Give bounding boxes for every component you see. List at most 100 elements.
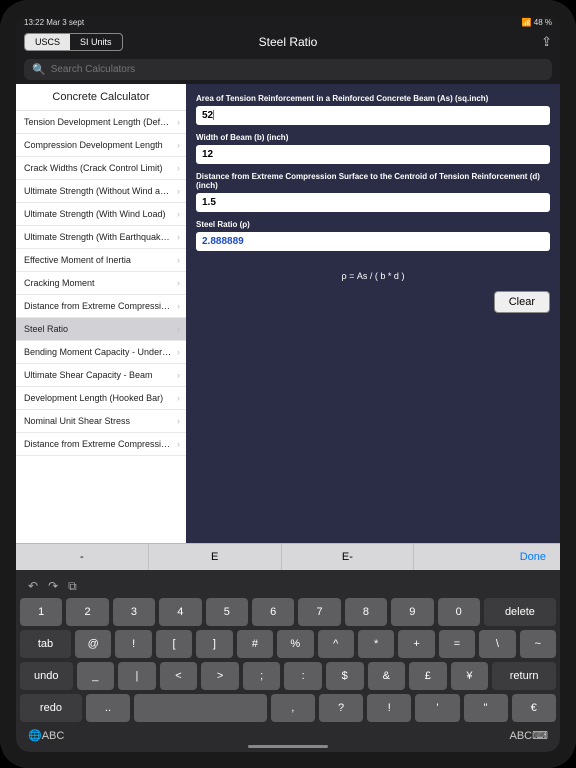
sidebar-item[interactable]: Nominal Unit Shear Stress› [16,410,186,433]
chevron-right-icon: › [177,416,180,426]
sidebar-title: Concrete Calculator [16,84,186,111]
search-bar[interactable]: 🔍 [24,59,552,80]
key[interactable]: 2 [66,598,108,626]
key[interactable]: ! [115,630,151,658]
acc-eminus[interactable]: E- [282,544,415,570]
status-time: 13:22 Mar 3 sept [24,18,84,27]
chevron-right-icon: › [177,393,180,403]
acc-e[interactable]: E [149,544,282,570]
key[interactable]: 8 [345,598,387,626]
sidebar-item[interactable]: Compression Development Length› [16,134,186,157]
key[interactable]: € [512,694,556,722]
acc-done[interactable]: Done [414,544,560,570]
key[interactable]: ] [196,630,232,658]
abc-key-right[interactable]: ABC [509,730,532,742]
d-input[interactable]: 1.5 [196,193,550,212]
sidebar-item[interactable]: Effective Moment of Inertia› [16,249,186,272]
key-redo[interactable]: redo [20,694,82,722]
unit-segment: USCS SI Units [24,33,123,51]
key[interactable]: % [277,630,313,658]
key[interactable]: = [439,630,475,658]
sidebar-item[interactable]: Ultimate Strength (Without Wind and...› [16,180,186,203]
seg-uscs[interactable]: USCS [25,34,70,50]
key[interactable]: < [160,662,198,690]
sidebar-item[interactable]: Distance from Extreme Compression...› [16,295,186,318]
sidebar-item[interactable]: Distance from Extreme Compression...› [16,433,186,456]
key[interactable]: 4 [159,598,201,626]
key[interactable]: , [271,694,315,722]
sidebar-item[interactable]: Bending Moment Capacity - Underrei...› [16,341,186,364]
chevron-right-icon: › [177,324,180,334]
key[interactable]: delete [484,598,556,626]
key[interactable]: ¥ [451,662,489,690]
page-title: Steel Ratio [259,35,318,49]
kb-undo-icon[interactable]: ↶ [28,579,38,594]
key[interactable]: 7 [298,598,340,626]
seg-si[interactable]: SI Units [70,34,122,50]
key[interactable]: 1 [20,598,62,626]
search-input[interactable] [51,64,544,75]
chevron-right-icon: › [177,278,180,288]
key[interactable]: 0 [438,598,480,626]
key[interactable]: & [368,662,406,690]
key[interactable]: 6 [252,598,294,626]
d-label: Distance from Extreme Compression Surfac… [196,172,550,190]
key[interactable]: > [201,662,239,690]
sidebar: Concrete Calculator Tension Development … [16,84,186,543]
key[interactable]: ; [243,662,281,690]
key[interactable]: " [464,694,508,722]
key[interactable]: _ [77,662,115,690]
chevron-right-icon: › [177,163,180,173]
rho-label: Steel Ratio (ρ) [196,220,550,229]
key[interactable]: : [284,662,322,690]
key[interactable]: ? [319,694,363,722]
main-panel: Area of Tension Reinforcement in a Reinf… [186,84,560,543]
sidebar-item[interactable]: Ultimate Strength (With Wind Load)› [16,203,186,226]
key[interactable]: @ [75,630,111,658]
b-input[interactable]: 12 [196,145,550,164]
key-tab[interactable]: tab [20,630,71,658]
key[interactable]: # [237,630,273,658]
keyboard: ↶ ↷ ⧉ 1234567890delete tab@![]#%^*+=\~ u… [16,570,560,752]
as-input[interactable]: 52 [196,106,550,125]
share-icon[interactable]: ⇪ [541,34,552,50]
sidebar-item[interactable]: Steel Ratio› [16,318,186,341]
sidebar-item[interactable]: Development Length (Hooked Bar)› [16,387,186,410]
clear-button[interactable]: Clear [494,291,550,313]
acc-dash[interactable]: - [16,544,149,570]
sidebar-item[interactable]: Crack Widths (Crack Control Limit)› [16,157,186,180]
key[interactable]: ^ [318,630,354,658]
chevron-right-icon: › [177,232,180,242]
formula-text: ρ = As / ( b * d ) [196,271,550,281]
key[interactable]: + [398,630,434,658]
key[interactable]: ' [415,694,459,722]
status-battery: 📶 48 % [522,18,552,27]
dismiss-kb-icon[interactable]: ⌨ [532,729,548,742]
key[interactable]: ~ [520,630,556,658]
key[interactable]: \ [479,630,515,658]
key[interactable]: .. [86,694,130,722]
key[interactable]: 3 [113,598,155,626]
kb-paste-icon[interactable]: ⧉ [68,579,77,594]
sidebar-item[interactable]: Ultimate Strength (With Earthquake L...› [16,226,186,249]
chevron-right-icon: › [177,186,180,196]
key[interactable]: 5 [206,598,248,626]
key[interactable]: 9 [391,598,433,626]
key-space[interactable] [134,694,267,722]
key[interactable]: return [492,662,556,690]
key[interactable]: ! [367,694,411,722]
abc-key-left[interactable]: ABC [42,730,65,742]
key-undo[interactable]: undo [20,662,73,690]
key[interactable]: £ [409,662,447,690]
key[interactable]: | [118,662,156,690]
kb-redo-icon[interactable]: ↷ [48,579,58,594]
key[interactable]: [ [156,630,192,658]
key[interactable]: * [358,630,394,658]
sidebar-item[interactable]: Ultimate Shear Capacity - Beam› [16,364,186,387]
chevron-right-icon: › [177,140,180,150]
key[interactable]: $ [326,662,364,690]
globe-icon[interactable]: 🌐 [28,729,42,742]
sidebar-item[interactable]: Cracking Moment› [16,272,186,295]
sidebar-item[interactable]: Tension Development Length (Defor...› [16,111,186,134]
chevron-right-icon: › [177,301,180,311]
